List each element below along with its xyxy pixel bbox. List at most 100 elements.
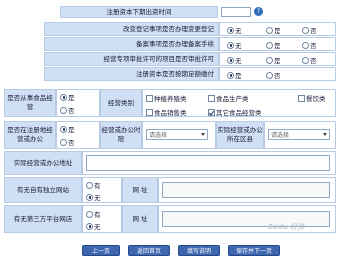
home-button[interactable]: 返回首页 (128, 245, 170, 256)
capital-paid-yes[interactable]: 是 (227, 70, 242, 80)
record-label: 备案事项是否办理备案手续 (44, 37, 219, 51)
prev-page-button[interactable]: 上一页 (82, 245, 120, 256)
checkbox-icon (208, 108, 215, 116)
radio-icon (60, 106, 67, 114)
in-place-yes[interactable]: 是 (60, 124, 75, 134)
option-label: 无 (235, 57, 242, 65)
radio-icon (86, 210, 93, 218)
checkbox-icon (146, 108, 153, 116)
select-placeholder: 请选择 (149, 132, 168, 139)
option-label: 有 (94, 182, 101, 190)
checkbox-icon (298, 94, 305, 102)
option-label: 是 (235, 72, 242, 80)
option-label: 其它食品经营类 (216, 109, 262, 117)
radio-icon (266, 41, 273, 49)
category-catering[interactable]: 餐饮类 (298, 93, 326, 103)
third-party-label: 有无第三方平台网店 (4, 205, 82, 233)
checkbox-icon (146, 94, 153, 102)
in-place-label: 是否在注册地经营或办公 (4, 121, 56, 149)
category-sales[interactable]: 食品销售类 (146, 107, 187, 117)
option-label: 否 (310, 42, 317, 50)
option-label: 无 (235, 42, 242, 50)
approval-none[interactable]: 无 (227, 55, 242, 65)
radio-icon (266, 71, 273, 79)
radio-icon (302, 41, 309, 49)
option-label: 种植养殖类 (154, 95, 187, 103)
option-label: 否 (274, 72, 281, 80)
food-business-yes[interactable]: 是 (60, 92, 75, 102)
option-label: 无 (94, 223, 101, 231)
radio-icon (227, 26, 234, 34)
record-no[interactable]: 否 (302, 40, 317, 50)
option-label: 是 (274, 57, 281, 65)
website-url-input[interactable] (162, 182, 330, 198)
checkbox-icon (208, 94, 215, 102)
food-business-label: 是否从事食品经营 (4, 89, 56, 117)
instructions-button[interactable]: 填写说明 (178, 245, 220, 256)
option-label: 否 (68, 139, 75, 147)
approval-yes[interactable]: 是 (266, 55, 281, 65)
radio-icon (227, 41, 234, 49)
has-website-label: 有无自有独立网站 (4, 177, 82, 203)
capital-paid-label: 注册资本是否按期足额缴付 (44, 67, 219, 81)
select-placeholder: 请选择 (271, 132, 290, 139)
option-label: 是 (68, 94, 75, 102)
third-url-label: 网 址 (122, 205, 158, 233)
category-other[interactable]: 其它食品经营类 (208, 107, 262, 117)
radio-icon (266, 56, 273, 64)
save-next-button[interactable]: 保存并下一页 (228, 245, 280, 256)
change-reg-no[interactable]: 否 (302, 25, 317, 35)
option-label: 否 (310, 57, 317, 65)
help-icon[interactable]: ? (254, 7, 263, 16)
record-yes[interactable]: 是 (266, 40, 281, 50)
option-label: 是 (68, 126, 75, 134)
website-url-label: 网 址 (122, 177, 158, 203)
radio-icon (60, 93, 67, 101)
category-planting[interactable]: 种植养殖类 (146, 93, 187, 103)
option-label: 否 (310, 27, 317, 35)
option-label: 无 (235, 27, 242, 35)
actual-location-select[interactable]: 请选择 (268, 129, 330, 140)
change-reg-label: 改变登记事项是否办理变更登记 (44, 22, 219, 36)
radio-icon (60, 125, 67, 133)
change-reg-none[interactable]: 无 (227, 25, 242, 35)
option-label: 是 (274, 42, 281, 50)
approval-label: 经营专项审批许可的项目是否审批许可 (44, 52, 219, 66)
option-label: 否 (68, 107, 75, 115)
third-url-input[interactable] (162, 211, 330, 227)
radio-icon (86, 222, 93, 230)
actual-address-input[interactable] (86, 155, 330, 171)
has-website-yes[interactable]: 有 (86, 180, 101, 190)
third-party-yes[interactable]: 有 (86, 209, 101, 219)
option-label: 食品销售类 (154, 109, 187, 117)
capital-paid-no[interactable]: 否 (266, 70, 281, 80)
company-period-label: 经营或办公时限 (100, 121, 142, 149)
category-production[interactable]: 食品生产类 (208, 93, 249, 103)
third-party-no[interactable]: 无 (86, 221, 101, 231)
food-business-no[interactable]: 否 (60, 105, 75, 115)
option-label: 有 (94, 211, 101, 219)
radio-icon (302, 56, 309, 64)
radio-icon (86, 181, 93, 189)
radio-icon (266, 26, 273, 34)
category-label: 经营类别 (100, 89, 142, 117)
change-reg-yes[interactable]: 是 (266, 25, 281, 35)
radio-icon (227, 56, 234, 64)
approval-no[interactable]: 否 (302, 55, 317, 65)
watermark: Baidu 经验 (268, 223, 305, 231)
actual-address-label: 实际经营或办公地址 (4, 151, 82, 175)
radio-icon (60, 138, 67, 146)
has-website-no[interactable]: 无 (86, 192, 101, 202)
radio-icon (302, 26, 309, 34)
company-period-select[interactable]: 请选择 (146, 129, 208, 140)
radio-icon (227, 71, 234, 79)
record-none[interactable]: 无 (227, 40, 242, 50)
reg-capital-deadline-input[interactable] (221, 7, 251, 17)
reg-capital-deadline-label: 注册资本下期出资时间 (60, 6, 218, 18)
option-label: 是 (274, 27, 281, 35)
option-label: 食品生产类 (216, 95, 249, 103)
radio-icon (86, 193, 93, 201)
actual-location-label: 实际经营或办公所在区县 (216, 121, 264, 149)
option-label: 餐饮类 (306, 95, 326, 103)
in-place-no[interactable]: 否 (60, 137, 75, 147)
